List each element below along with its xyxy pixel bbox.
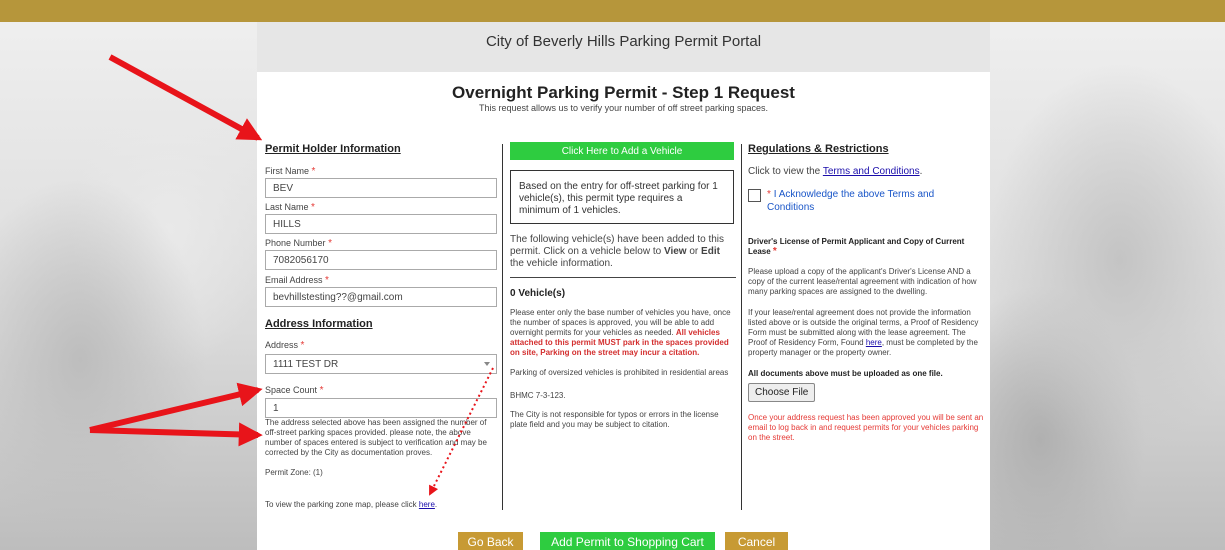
phone-field[interactable]: 7082056170	[265, 250, 497, 270]
form-card: Overnight Parking Permit - Step 1 Reques…	[257, 72, 990, 550]
base-vehicle-note: Please enter only the base number of veh…	[510, 308, 731, 357]
first-name-field[interactable]: BEV	[265, 178, 497, 198]
email-field[interactable]: bevhillstesting??@gmail.com	[265, 287, 497, 307]
address-label: Address *	[265, 340, 305, 351]
email-label: Email Address *	[265, 275, 329, 286]
vehicle-count: 0 Vehicle(s)	[510, 288, 566, 299]
zone-map-link[interactable]: here	[419, 500, 435, 509]
last-name-label: Last Name *	[265, 202, 315, 213]
required-asterisk: *	[328, 238, 332, 249]
oversized-note: Parking of oversized vehicles is prohibi…	[510, 368, 729, 377]
required-asterisk: *	[772, 246, 777, 257]
space-count-field[interactable]: 1	[265, 398, 497, 418]
required-asterisk: *	[325, 275, 329, 286]
acknowledge-checkbox[interactable]	[748, 189, 761, 202]
address-select[interactable]: 1111 TEST DR	[265, 354, 497, 374]
acknowledge-label: * I Acknowledge the above Terms and Cond…	[767, 189, 935, 213]
approval-note: Once your address request has been appro…	[748, 413, 984, 442]
top-gold-bar	[0, 0, 1225, 22]
portal-header: City of Beverly Hills Parking Permit Por…	[257, 22, 990, 72]
column-divider-right	[741, 144, 742, 510]
zone-map-text: To view the parking zone map, please cli…	[265, 500, 438, 509]
add-vehicle-button[interactable]: Click Here to Add a Vehicle	[510, 142, 734, 160]
portal-title: City of Beverly Hills Parking Permit Por…	[485, 33, 762, 50]
vehicle-added-text: The following vehicle(s) have been added…	[510, 234, 725, 269]
last-name-field[interactable]: HILLS	[265, 214, 497, 234]
responsibility-note: The City is not responsible for typos or…	[510, 410, 719, 429]
chevron-down-icon	[484, 362, 490, 366]
required-asterisk: *	[311, 202, 315, 213]
phone-label: Phone Number *	[265, 238, 332, 249]
first-name-label: First Name *	[265, 166, 316, 177]
required-asterisk: *	[767, 189, 771, 200]
vehicle-requirement-box: Based on the entry for off-street parkin…	[510, 170, 734, 224]
upload-instructions: Please upload a copy of the applicant's …	[748, 267, 977, 296]
permit-zone: Permit Zone: (1)	[265, 468, 323, 477]
permit-holder-heading: Permit Holder Information	[265, 143, 401, 155]
add-to-cart-button[interactable]: Add Permit to Shopping Cart	[540, 532, 715, 550]
cancel-button[interactable]: Cancel	[725, 532, 788, 550]
terms-text: Click to view the Terms and Conditions.	[748, 166, 923, 177]
residency-form-link[interactable]: here	[866, 338, 882, 347]
space-count-note: The address selected above has been assi…	[265, 418, 487, 457]
residency-instructions: If your lease/rental agreement does not …	[748, 308, 979, 357]
page-subtitle: This request allows us to verify your nu…	[479, 103, 768, 113]
address-info-heading: Address Information	[265, 318, 373, 330]
go-back-button[interactable]: Go Back	[458, 532, 523, 550]
regulations-heading: Regulations & Restrictions	[748, 143, 889, 155]
vehicle-divider	[510, 277, 736, 278]
column-divider-left	[502, 144, 503, 510]
choose-file-button[interactable]: Choose File	[748, 383, 816, 402]
terms-link[interactable]: Terms and Conditions	[823, 166, 920, 177]
license-heading: Driver's License of Permit Applicant and…	[748, 237, 965, 257]
required-asterisk: *	[311, 166, 316, 177]
required-asterisk: *	[319, 385, 324, 396]
space-count-label: Space Count *	[265, 385, 324, 396]
required-asterisk: *	[300, 340, 305, 351]
page-title: Overnight Parking Permit - Step 1 Reques…	[452, 83, 795, 102]
all-documents-note: All documents above must be uploaded as …	[748, 369, 943, 378]
bhmc-code: BHMC 7-3-123.	[510, 391, 566, 400]
